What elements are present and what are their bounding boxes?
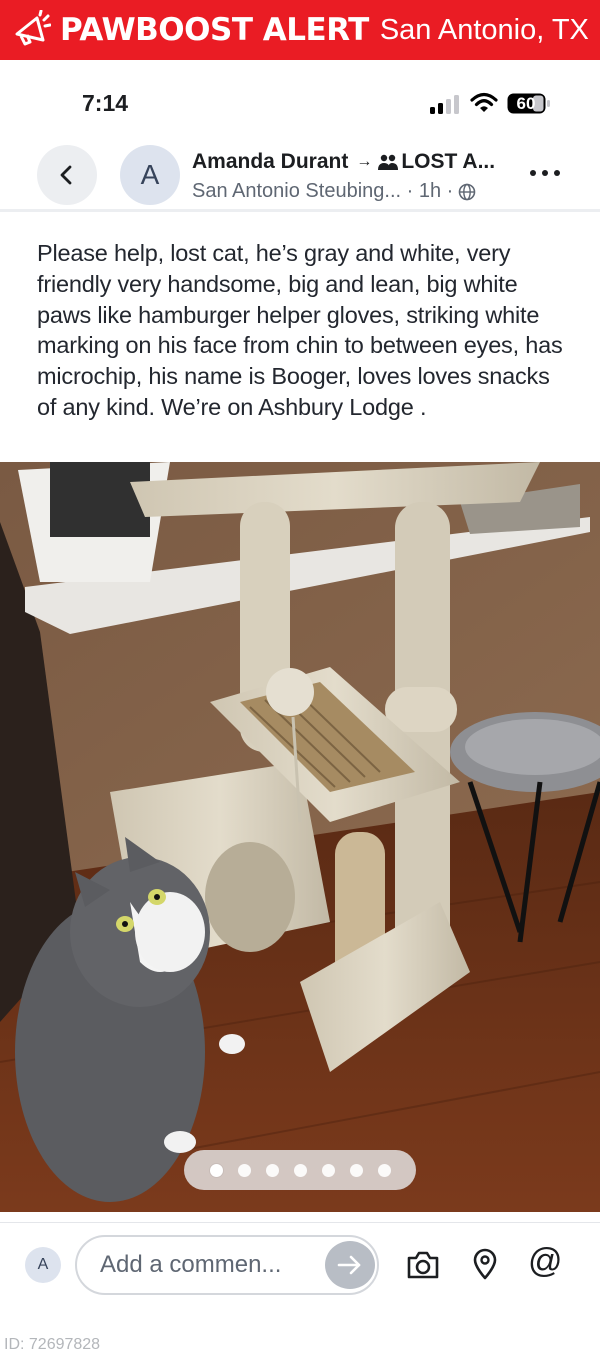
carousel-dot-4[interactable] xyxy=(293,1163,307,1177)
at-icon[interactable]: @ xyxy=(528,1242,563,1281)
carousel-dot-1[interactable] xyxy=(209,1163,223,1177)
battery-icon: 60 xyxy=(507,93,551,114)
carousel-indicator[interactable] xyxy=(184,1150,416,1190)
send-button[interactable] xyxy=(325,1241,375,1289)
camera-icon[interactable] xyxy=(406,1250,440,1280)
wifi-icon xyxy=(470,92,498,112)
post-meta-text: San Antonio Steubing... · 1h · xyxy=(192,180,454,202)
location-pin-icon[interactable] xyxy=(472,1248,498,1280)
carousel-dot-5[interactable] xyxy=(321,1163,335,1177)
header-divider xyxy=(0,209,600,212)
carousel-dot-6[interactable] xyxy=(349,1163,363,1177)
signal-icon xyxy=(430,95,459,114)
post-meta: San Antonio Steubing... · 1h · xyxy=(192,180,476,203)
comment-divider xyxy=(0,1222,600,1223)
author-name[interactable]: Amanda Durant xyxy=(192,150,348,174)
post-photo[interactable] xyxy=(0,462,600,1212)
comment-placeholder: Add a commen... xyxy=(100,1251,282,1278)
battery-level: 60 xyxy=(516,94,536,113)
carousel-dot-2[interactable] xyxy=(237,1163,251,1177)
send-icon xyxy=(337,1255,361,1275)
carousel-dot-7[interactable] xyxy=(377,1163,391,1177)
status-time: 7:14 xyxy=(82,90,129,116)
back-button[interactable] xyxy=(37,145,97,205)
group-icon xyxy=(378,154,399,170)
alert-city: San Antonio, TX xyxy=(379,13,589,46)
post-author-line[interactable]: Amanda Durant → LOST A... xyxy=(192,150,495,174)
back-icon xyxy=(60,165,72,185)
megaphone-icon xyxy=(8,7,54,53)
alert-banner: PAWBOOST ALERT San Antonio, TX xyxy=(0,0,600,60)
group-name[interactable]: LOST A... xyxy=(401,150,495,174)
more-icon[interactable] xyxy=(530,165,560,181)
arrow-icon: → xyxy=(356,153,373,170)
author-avatar[interactable]: A xyxy=(120,145,180,205)
alert-brand: PAWBOOST ALERT xyxy=(60,12,369,48)
post-id: ID: 72697828 xyxy=(4,1336,101,1353)
globe-icon xyxy=(458,183,476,200)
post-body: Please help, lost cat, he’s gray and whi… xyxy=(37,240,563,420)
user-avatar[interactable]: A xyxy=(25,1247,61,1283)
carousel-dot-3[interactable] xyxy=(265,1163,279,1177)
